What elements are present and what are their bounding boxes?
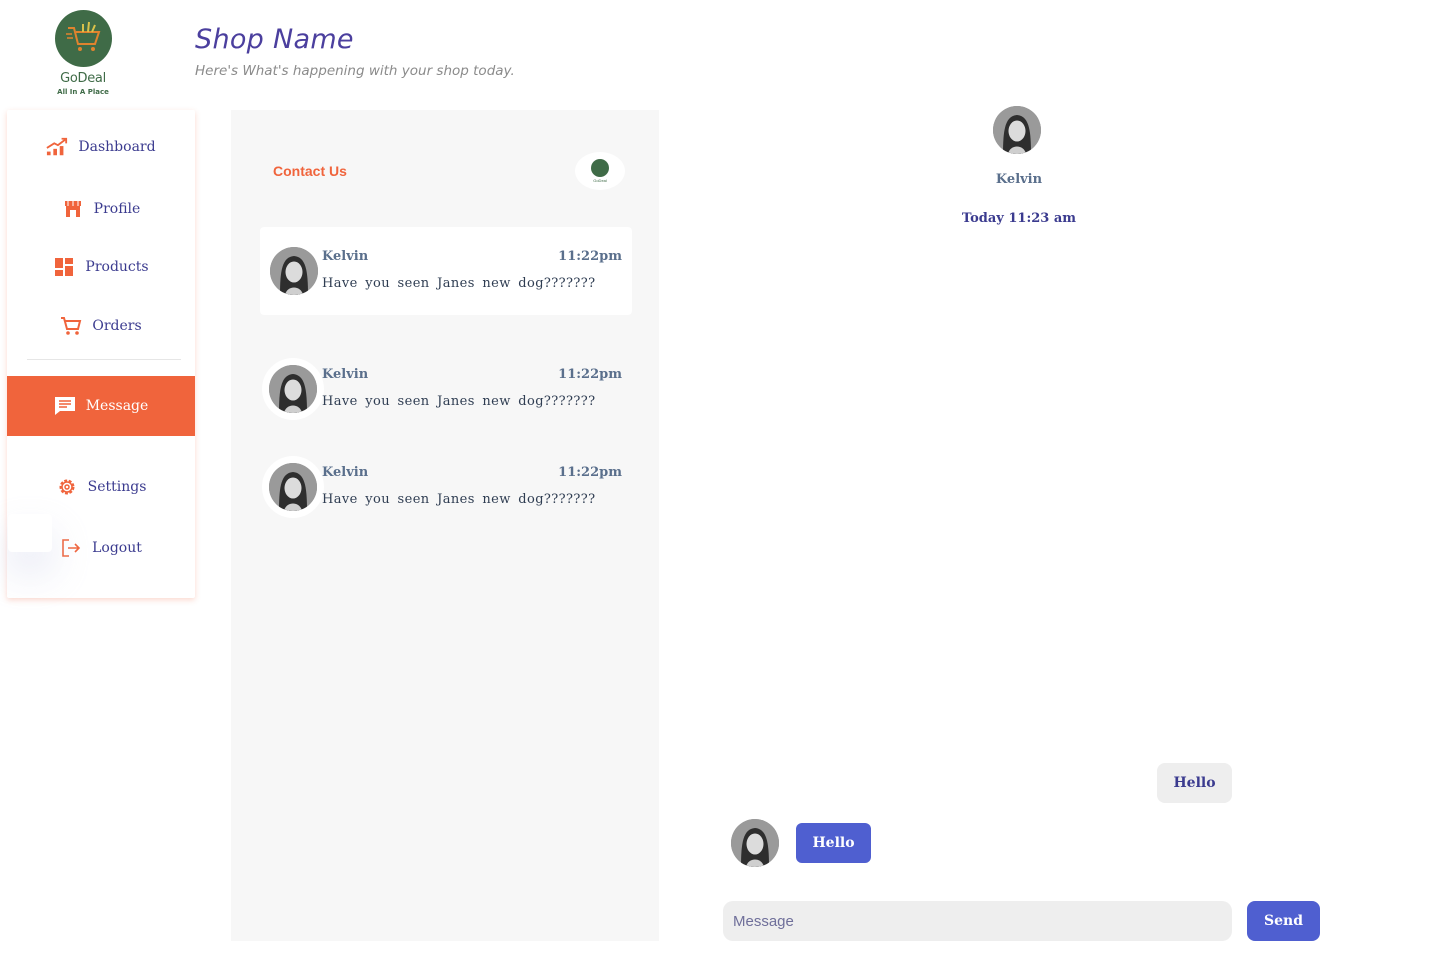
conversation-name: Kelvin xyxy=(322,367,369,382)
conversation-item[interactable]: Kelvin 11:22pm Have you seen Janes new d… xyxy=(260,227,632,315)
brand-logo[interactable]: GoDeal All In A Place xyxy=(50,10,116,96)
conversation-name: Kelvin xyxy=(322,465,369,480)
avatar xyxy=(262,456,324,518)
grid-icon xyxy=(53,256,75,278)
contacts-title: Contact Us xyxy=(273,163,347,179)
sidebar-item-label: Message xyxy=(85,398,149,414)
chart-up-icon xyxy=(46,136,68,158)
message-bubble-outgoing: Hello xyxy=(796,823,871,863)
sidebar-item-label: Profile xyxy=(93,201,141,217)
avatar xyxy=(270,247,318,295)
avatar xyxy=(729,817,781,869)
cart-logo-icon xyxy=(54,10,112,67)
sidebar-item-label: Logout xyxy=(92,540,142,556)
message-input[interactable] xyxy=(723,901,1232,941)
page-subtitle: Here's What's happening with your shop t… xyxy=(195,63,515,79)
sidebar-item-label: Dashboard xyxy=(78,139,156,155)
sidebar-divider xyxy=(27,359,181,360)
decorative-card xyxy=(8,514,52,552)
brand-logo-small: GoDeal xyxy=(575,152,625,190)
conversation-time: 11:22pm xyxy=(558,367,622,382)
sidebar-item-profile[interactable]: Profile xyxy=(7,189,195,229)
chat-date: Today 11:23 am xyxy=(961,211,1077,226)
chat-contact-name: Kelvin xyxy=(995,172,1043,187)
gear-icon xyxy=(56,476,78,498)
chat-icon xyxy=(54,395,76,417)
page-title: Shop Name xyxy=(195,24,354,55)
sidebar-item-label: Settings xyxy=(87,479,147,495)
cart-icon xyxy=(60,315,82,337)
sidebar-item-dashboard[interactable]: Dashboard xyxy=(7,127,195,167)
contacts-panel: Contact Us GoDeal Kelvin 11:22pm Have yo… xyxy=(231,110,659,941)
conversation-time: 11:22pm xyxy=(558,249,622,264)
brand-tagline: All In A Place xyxy=(57,88,109,96)
message-bubble-incoming: Hello xyxy=(1157,763,1232,803)
conversation-name: Kelvin xyxy=(322,249,369,264)
sidebar-item-label: Orders xyxy=(92,318,142,334)
conversation-preview: Have you seen Janes new dog??????? xyxy=(322,276,596,291)
sidebar-item-orders[interactable]: Orders xyxy=(7,306,195,346)
send-button[interactable]: Send xyxy=(1247,901,1320,941)
sidebar-item-products[interactable]: Products xyxy=(7,247,195,287)
conversation-item[interactable]: Kelvin 11:22pm Have you seen Janes new d… xyxy=(260,345,632,433)
avatar xyxy=(262,358,324,420)
sidebar-item-message[interactable]: Message xyxy=(7,376,195,436)
sidebar-item-label: Products xyxy=(85,259,149,275)
brand-name-small: GoDeal xyxy=(593,178,607,183)
conversation-preview: Have you seen Janes new dog??????? xyxy=(322,394,596,409)
brand-name: GoDeal xyxy=(60,71,106,86)
cart-logo-icon xyxy=(591,159,609,177)
logout-icon xyxy=(60,537,82,559)
chat-avatar xyxy=(993,106,1045,154)
sidebar-item-settings[interactable]: Settings xyxy=(7,467,195,507)
conversation-time: 11:22pm xyxy=(558,465,622,480)
conversation-preview: Have you seen Janes new dog??????? xyxy=(322,492,596,507)
store-icon xyxy=(62,198,84,220)
conversation-item[interactable]: Kelvin 11:22pm Have you seen Janes new d… xyxy=(260,443,632,531)
